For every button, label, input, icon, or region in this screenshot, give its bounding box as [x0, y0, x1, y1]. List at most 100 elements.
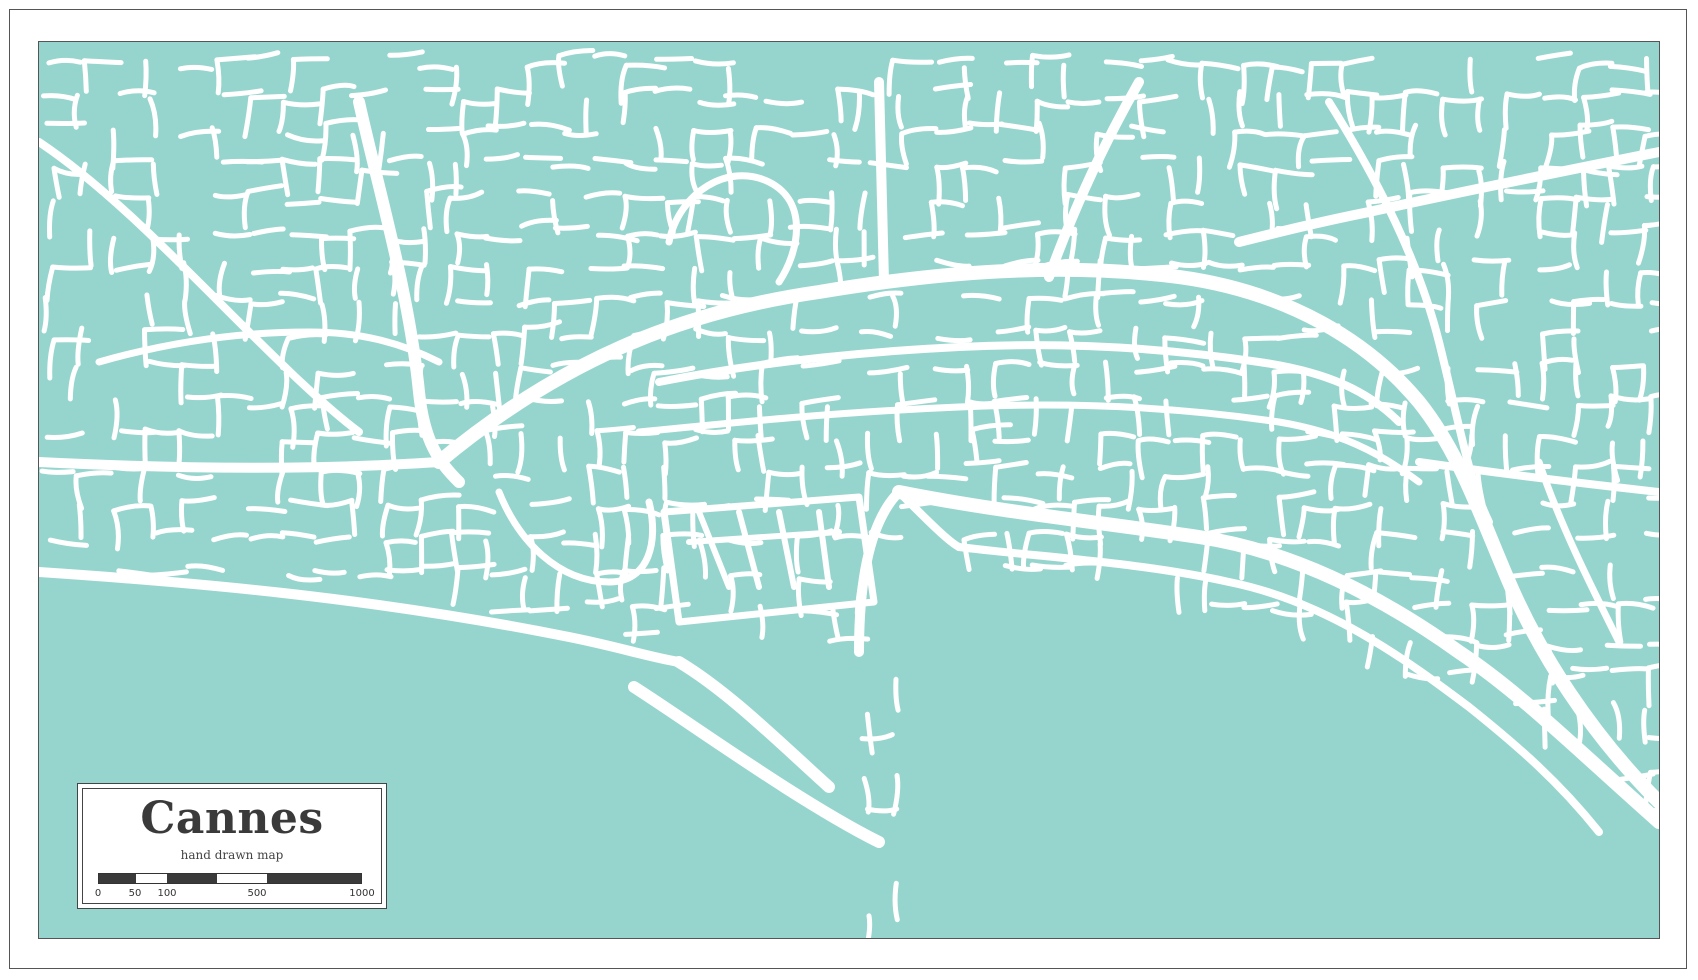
- street: [455, 332, 492, 340]
- street: [417, 398, 459, 405]
- street: [117, 88, 157, 96]
- street: [150, 236, 190, 243]
- street: [1615, 601, 1624, 645]
- street: [892, 880, 900, 923]
- map-legend: Cannes hand drawn map 0 50 100 500 1000: [77, 783, 387, 909]
- street: [960, 165, 969, 203]
- street: [1644, 194, 1659, 200]
- street: [484, 262, 491, 298]
- street: [1140, 154, 1177, 160]
- street: [1610, 363, 1645, 370]
- street: [378, 466, 387, 504]
- street: [1603, 269, 1611, 308]
- street: [1539, 360, 1547, 402]
- street: [383, 538, 418, 546]
- street: [725, 392, 769, 401]
- street: [655, 402, 699, 409]
- street: [1475, 367, 1520, 375]
- street: [1168, 198, 1205, 206]
- street: [863, 470, 872, 512]
- street: [787, 223, 831, 232]
- street: [1467, 56, 1475, 95]
- scale-label-1000: 1000: [349, 888, 375, 899]
- street: [890, 57, 935, 65]
- street: [1540, 500, 1577, 509]
- street: [421, 226, 428, 266]
- street: [755, 235, 764, 271]
- street: [1097, 431, 1104, 467]
- street: [1200, 493, 1237, 501]
- street: [1405, 267, 1412, 308]
- street: [245, 506, 288, 514]
- street: [691, 128, 734, 135]
- street: [1646, 735, 1659, 741]
- street: [1242, 335, 1281, 342]
- street: [592, 531, 600, 576]
- street: [725, 66, 733, 108]
- street: [1030, 52, 1072, 60]
- scale-bar: [98, 873, 362, 884]
- street: [594, 428, 603, 469]
- street: [1200, 495, 1209, 532]
- street: [1276, 92, 1283, 129]
- street: [662, 499, 671, 536]
- street: [827, 635, 871, 644]
- scale-label-500: 500: [247, 888, 267, 899]
- street: [1103, 235, 1143, 243]
- street: [483, 235, 523, 244]
- street: [1169, 260, 1209, 269]
- street: [244, 157, 286, 165]
- street: [1548, 672, 1586, 681]
- street: [1241, 541, 1282, 549]
- street: [1309, 157, 1353, 164]
- street: [1103, 359, 1111, 403]
- street: [561, 540, 599, 549]
- street: [1002, 158, 1045, 165]
- street: [1174, 575, 1182, 615]
- street: [1606, 163, 1645, 171]
- street: [1241, 360, 1248, 399]
- scale-segment: [167, 874, 217, 883]
- street: [1028, 52, 1036, 90]
- street: [625, 233, 633, 269]
- street: [993, 359, 1032, 367]
- street: [622, 193, 666, 202]
- street: [1504, 91, 1542, 99]
- street: [39, 468, 76, 475]
- street: [1609, 666, 1650, 673]
- street: [991, 464, 999, 505]
- street: [865, 806, 900, 814]
- street: [1403, 465, 1410, 503]
- street: [177, 64, 215, 72]
- street: [1577, 122, 1586, 160]
- scale-label-100: 100: [157, 888, 177, 899]
- street: [455, 298, 493, 306]
- street: [1239, 62, 1247, 107]
- street: [142, 326, 186, 333]
- street: [214, 393, 254, 401]
- street: [934, 164, 942, 207]
- street: [1093, 291, 1101, 328]
- street: [654, 56, 695, 62]
- street: [1163, 398, 1172, 438]
- street: [41, 295, 49, 334]
- street: [459, 99, 467, 136]
- street: [355, 394, 393, 402]
- street: [315, 430, 356, 437]
- street: [832, 533, 872, 541]
- street: [1541, 706, 1548, 750]
- street: [562, 131, 599, 138]
- street: [1104, 93, 1146, 102]
- street: [526, 266, 565, 275]
- street: [1298, 366, 1307, 405]
- street: [1267, 200, 1275, 237]
- street: [1209, 601, 1248, 608]
- street: [1035, 229, 1078, 237]
- street: [1468, 602, 1477, 644]
- street: [1637, 438, 1646, 480]
- street: [1645, 665, 1652, 709]
- street: [559, 334, 594, 342]
- street: [996, 195, 1004, 235]
- street: [1201, 575, 1209, 614]
- street: [384, 566, 423, 574]
